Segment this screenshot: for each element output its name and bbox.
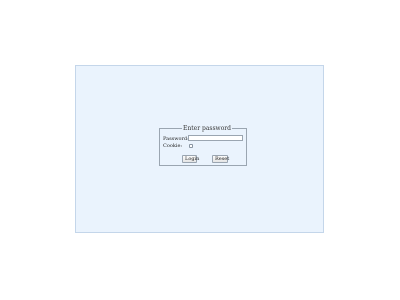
cookie-label: Cookie: [163,143,183,149]
reset-button[interactable]: Reset [212,155,229,163]
login-button[interactable]: Login [182,155,199,163]
password-input[interactable] [188,135,243,141]
password-label: Password: [163,136,189,142]
login-legend: Enter password [182,125,233,132]
page: Enter password Password: Cookie: Login R… [0,0,400,300]
cookie-checkbox[interactable] [189,144,193,148]
